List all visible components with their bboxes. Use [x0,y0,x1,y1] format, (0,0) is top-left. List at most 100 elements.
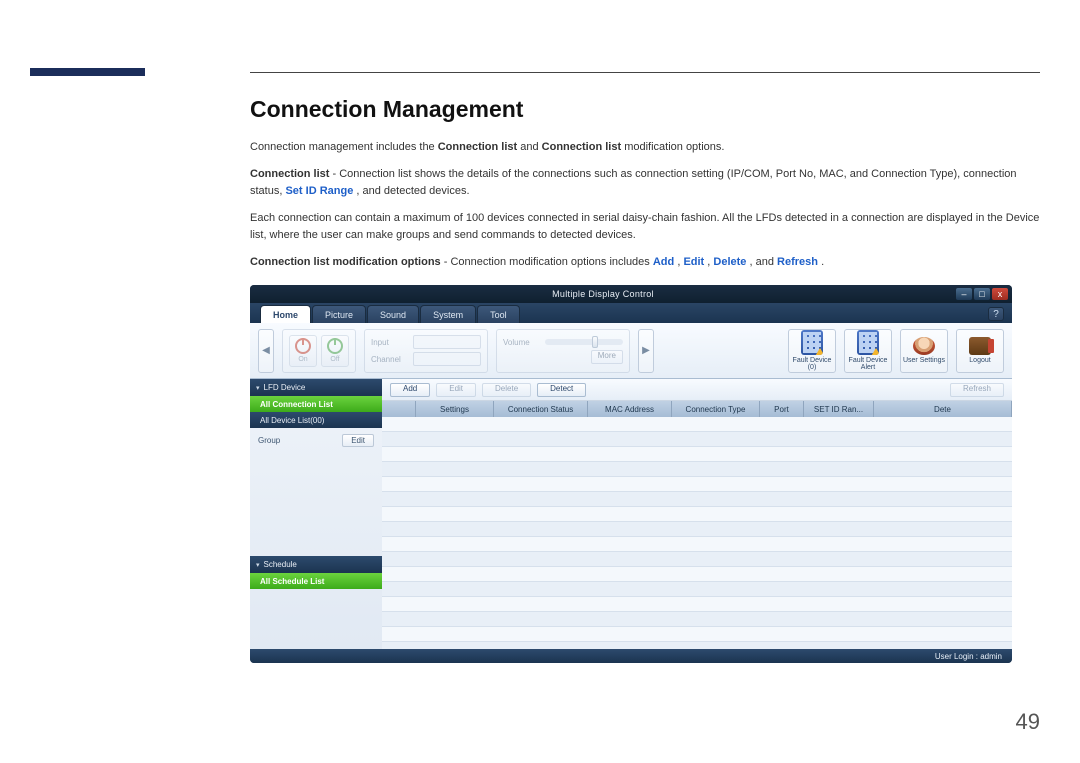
user-settings-button[interactable]: User Settings [900,329,948,373]
power-off-label: Off [330,356,339,363]
fault-alert-label: Fault Device Alert [845,357,891,372]
table-row[interactable] [382,477,1012,492]
table-row[interactable] [382,582,1012,597]
sidebar-item-all-dev[interactable]: All Device List(00) [250,412,382,428]
grid-header-settings[interactable]: Settings [416,401,494,417]
sidebar-item-all-conn[interactable]: All Connection List [250,396,382,412]
top-rule [250,72,1040,73]
volume-group: Volume More [496,329,630,373]
table-row[interactable] [382,417,1012,432]
side-accent-bar [30,68,145,76]
tab-sound[interactable]: Sound [367,305,419,323]
table-row[interactable] [382,492,1012,507]
more-button[interactable]: More [591,350,623,364]
paragraph-intro: Connection management includes the Conne… [250,139,1040,156]
grid-rows [382,417,1012,649]
table-row[interactable] [382,567,1012,582]
logout-button[interactable]: Logout [956,329,1004,373]
grid-header-conntype[interactable]: Connection Type [672,401,760,417]
channel-label: Channel [371,355,409,364]
main-panel: Add Edit Delete Detect Refresh Settings … [382,379,1012,649]
table-row[interactable] [382,642,1012,649]
workspace: LFD Device All Connection List All Devic… [250,379,1012,649]
power-off-button[interactable]: Off [321,335,349,367]
p4-add: Add [653,256,674,268]
grid-header-blank[interactable] [382,401,416,417]
p4-end: . [821,256,824,268]
fault-device-label: Fault Device (0) [789,357,835,372]
edit-button[interactable]: Edit [436,383,476,397]
maximize-button[interactable]: □ [974,288,990,300]
channel-select[interactable] [413,352,481,366]
tab-system[interactable]: System [420,305,476,323]
user-settings-label: User Settings [903,357,945,364]
sidebar-header-lfd[interactable]: LFD Device [250,379,382,396]
grid-header-dete[interactable]: Dete [874,401,1012,417]
tab-bar: Home Picture Sound System Tool ? [250,303,1012,323]
paragraph-capacity: Each connection can contain a maximum of… [250,210,1040,244]
delete-button[interactable]: Delete [482,383,531,397]
minimize-button[interactable]: – [956,288,972,300]
paragraph-modopts: Connection list modification options - C… [250,254,1040,271]
mdc-app-screenshot: Multiple Display Control – □ x Home Pict… [250,285,1012,663]
table-row[interactable] [382,627,1012,642]
user-icon [913,337,935,355]
tab-tool[interactable]: Tool [477,305,520,323]
refresh-button[interactable]: Refresh [950,383,1004,397]
add-button[interactable]: Add [390,383,430,397]
tab-picture[interactable]: Picture [312,305,366,323]
power-on-button[interactable]: On [289,335,317,367]
volume-label: Volume [503,338,541,347]
table-row[interactable] [382,432,1012,447]
group-edit-button[interactable]: Edit [342,434,374,447]
power-on-label: On [298,356,307,363]
ribbon: ◀ On Off Input Channel Volume More ▶ Fau… [250,323,1012,379]
p4-edit: Edit [683,256,704,268]
app-title: Multiple Display Control [250,289,956,299]
p4-c3: , and [750,256,778,268]
p1-suffix: modification options. [624,141,724,153]
door-icon [969,337,991,355]
p1-prefix: Connection management includes the [250,141,438,153]
grid-header-connstatus[interactable]: Connection Status [494,401,588,417]
tab-home[interactable]: Home [260,305,311,323]
detect-button[interactable]: Detect [537,383,586,397]
close-button[interactable]: x [992,288,1008,300]
table-row[interactable] [382,552,1012,567]
titlebar: Multiple Display Control – □ x [250,285,1012,303]
input-select[interactable] [413,335,481,349]
fault-device-button[interactable]: Fault Device (0) [788,329,836,373]
input-label: Input [371,338,409,347]
table-row[interactable] [382,447,1012,462]
page-title: Connection Management [250,96,1040,123]
group-label: Group [258,436,280,445]
p1-mid: and [520,141,541,153]
page-number: 49 [1016,709,1040,735]
p1-bold2: Connection list [542,141,621,153]
ribbon-arrow-right[interactable]: ▶ [638,329,654,373]
power-group: On Off [282,329,356,373]
warning-icon [870,348,879,355]
table-row[interactable] [382,462,1012,477]
grid-header-mac[interactable]: MAC Address [588,401,672,417]
p4-refresh: Refresh [777,256,818,268]
sidebar-body: Group Edit [250,428,382,556]
table-row[interactable] [382,507,1012,522]
p2-bold: Connection list [250,168,329,180]
sidebar-item-all-sched[interactable]: All Schedule List [250,573,382,589]
table-row[interactable] [382,522,1012,537]
volume-slider[interactable] [545,339,623,345]
ribbon-arrow-left[interactable]: ◀ [258,329,274,373]
grid-header-setid[interactable]: SET ID Ran... [804,401,874,417]
help-icon[interactable]: ? [988,307,1004,321]
table-row[interactable] [382,612,1012,627]
grid-header-port[interactable]: Port [760,401,804,417]
table-row[interactable] [382,597,1012,612]
paragraph-connlist: Connection list - Connection list shows … [250,166,1040,200]
p1-bold1: Connection list [438,141,517,153]
warning-icon [814,348,823,355]
table-row[interactable] [382,537,1012,552]
sidebar-header-schedule[interactable]: Schedule [250,556,382,573]
p4-bold: Connection list modification options [250,256,441,268]
fault-alert-button[interactable]: Fault Device Alert [844,329,892,373]
